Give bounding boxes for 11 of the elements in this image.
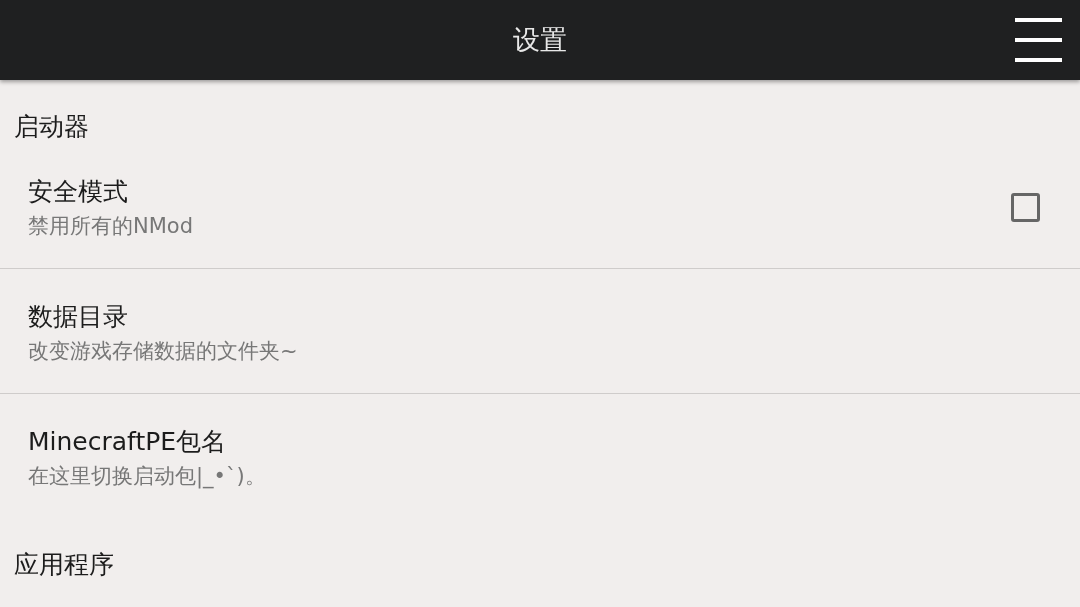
menu-icon[interactable] [1015, 18, 1062, 62]
page-title: 设置 [513, 23, 567, 57]
setting-description: 禁用所有的NMod [28, 213, 193, 240]
section-header: 应用程序 [14, 550, 114, 580]
setting-title: 数据目录 [28, 302, 128, 332]
checkbox[interactable] [1011, 193, 1040, 222]
setting-description: 改变游戏存储数据的文件夹~ [28, 338, 298, 365]
setting-title: MinecraftPE包名 [28, 427, 227, 457]
section-header: 启动器 [14, 112, 89, 142]
setting-title: 安全模式 [28, 177, 128, 207]
setting-description: 在这里切换启动包|_•`)。 [28, 463, 266, 490]
